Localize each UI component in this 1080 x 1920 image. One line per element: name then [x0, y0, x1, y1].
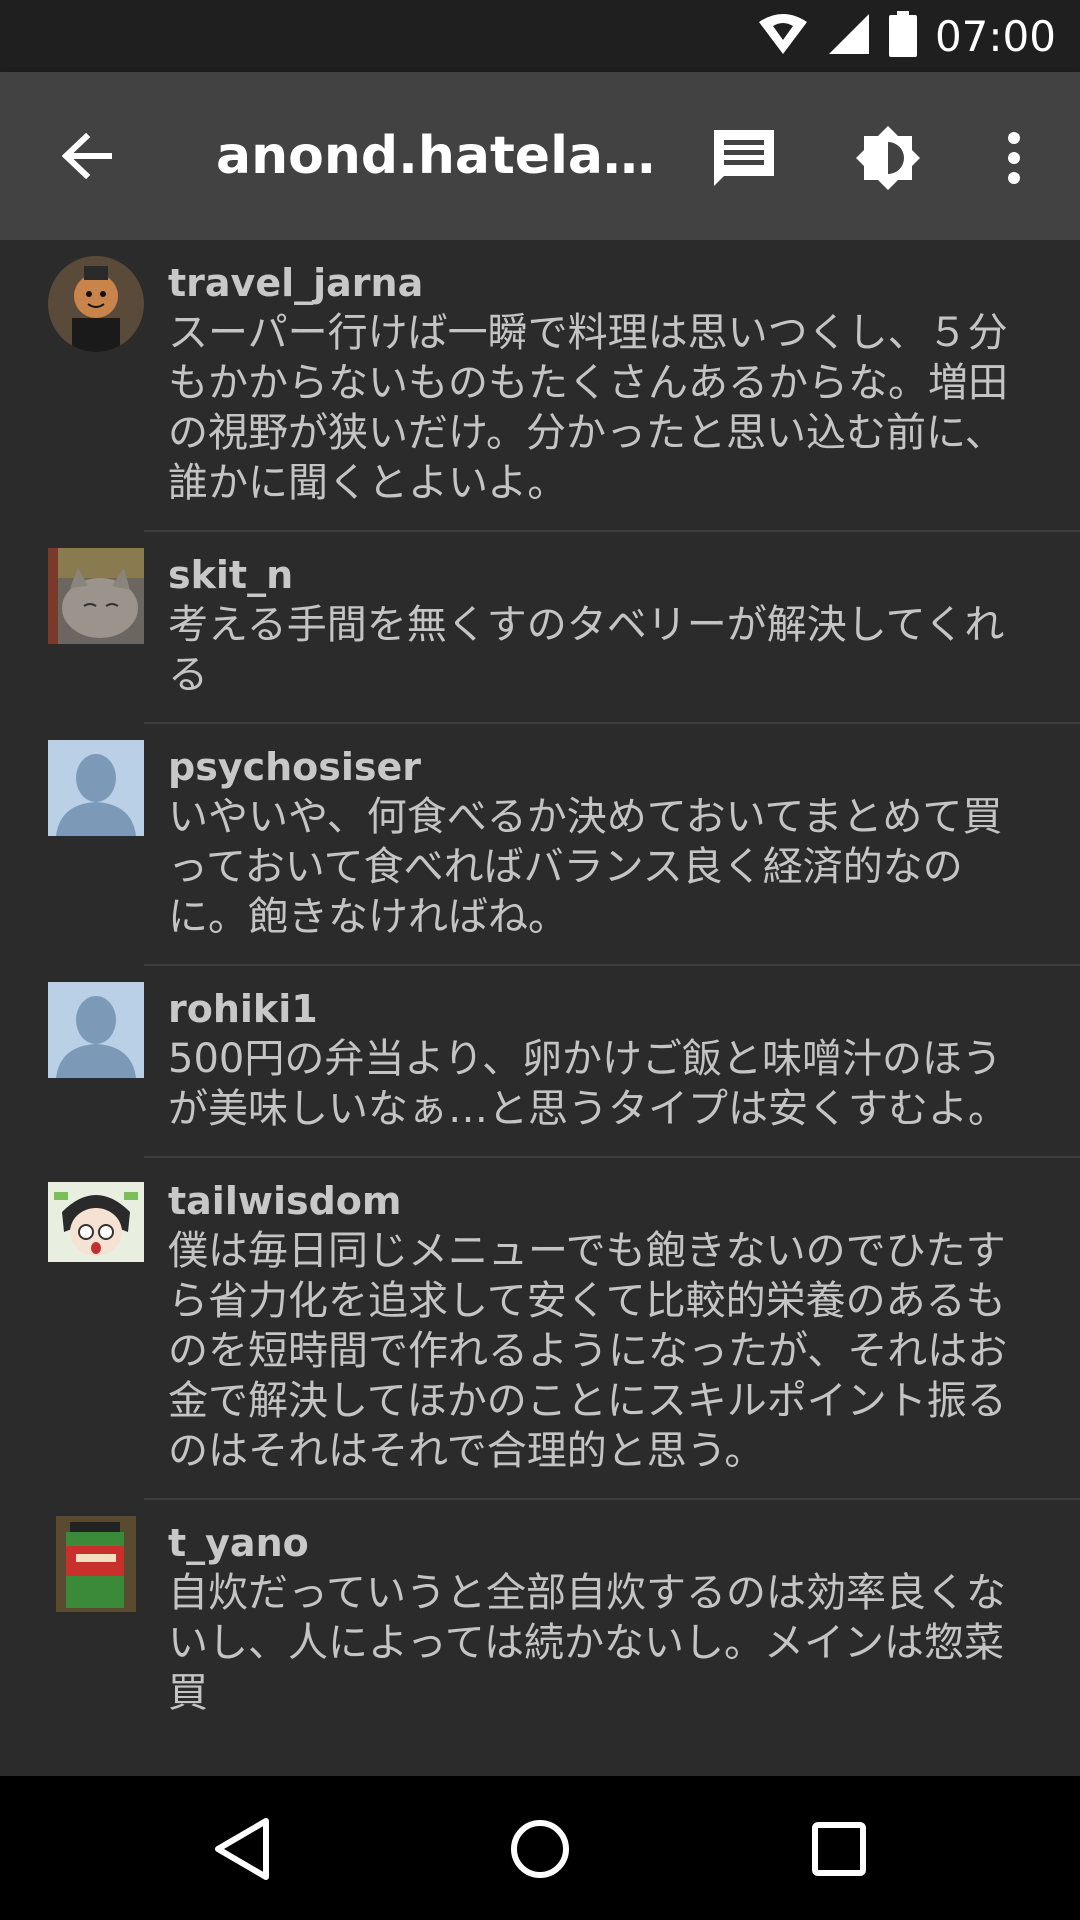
comment-text: 僕は毎日同じメニューでも飽きないのでひたすら省力化を追求して安くて比較的栄養のあ…: [168, 1228, 1008, 1474]
comment-icon: [712, 126, 776, 194]
cat-avatar-icon: [48, 548, 144, 644]
avatar[interactable]: [48, 256, 144, 352]
list-item[interactable]: travel_jarna スーパー行けば一瞬で料理は思いつくし、５分もかからない…: [0, 240, 1080, 530]
character-avatar-icon: [48, 256, 144, 352]
comment-list[interactable]: travel_jarna スーパー行けば一瞬で料理は思いつくし、５分もかからない…: [0, 240, 1080, 1776]
avatar[interactable]: [56, 1516, 136, 1612]
comment-username[interactable]: travel_jarna: [168, 258, 1020, 308]
avatar[interactable]: [48, 548, 144, 644]
comment-text: 自炊だっていうと全部自炊するのは効率良くないし、人によっては続かないし。メインは…: [168, 1570, 1006, 1716]
nav-home-button[interactable]: [495, 1806, 585, 1896]
page-title: anond.hatelab…: [216, 126, 656, 186]
comment-text: いやいや、何食べるか決めておいてまとめて買っておいて食べればバランス良く経済的な…: [168, 794, 1003, 940]
navigation-bar: [0, 1776, 1080, 1920]
anime-avatar-icon: [48, 1182, 144, 1262]
back-nav-icon: [212, 1817, 272, 1885]
theme-button[interactable]: [848, 120, 928, 200]
app-bar: anond.hatelab…: [0, 72, 1080, 240]
home-nav-icon: [508, 1817, 572, 1885]
signal-icon: [827, 12, 871, 60]
overflow-menu-button[interactable]: [974, 120, 1054, 200]
battery-icon: [888, 11, 917, 61]
brightness-icon: [854, 124, 922, 196]
back-arrow-icon: [61, 132, 114, 183]
comment-username[interactable]: psychosiser: [168, 742, 1020, 792]
wifi-icon: [757, 12, 809, 60]
list-item[interactable]: skit_n 考える手間を無くすのタベリーが解決してくれる: [0, 532, 1080, 722]
film-canister-avatar-icon: [56, 1516, 136, 1612]
list-item[interactable]: rohiki1 500円の弁当より、卵かけご飯と味噌汁のほうが美味しいなぁ…と思…: [0, 966, 1080, 1156]
avatar[interactable]: [48, 740, 144, 836]
list-item[interactable]: tailwisdom 僕は毎日同じメニューでも飽きないのでひたすら省力化を追求し…: [0, 1158, 1080, 1498]
back-button[interactable]: [52, 122, 124, 194]
comment-username[interactable]: skit_n: [168, 550, 1020, 600]
avatar[interactable]: [48, 1182, 144, 1262]
default-avatar-icon: [48, 740, 144, 836]
status-bar: 07:00: [0, 0, 1080, 72]
more-vert-icon: [1006, 132, 1022, 188]
nav-recents-button[interactable]: [794, 1806, 884, 1896]
list-item[interactable]: t_yano 自炊だっていうと全部自炊するのは効率良くないし、人によっては続かな…: [0, 1500, 1080, 1740]
comments-button[interactable]: [704, 120, 784, 200]
comment-username[interactable]: tailwisdom: [168, 1176, 1020, 1226]
comment-username[interactable]: rohiki1: [168, 984, 1020, 1034]
status-icons: 07:00: [757, 0, 1056, 72]
default-avatar-icon: [48, 982, 144, 1078]
comment-text: スーパー行けば一瞬で料理は思いつくし、５分もかからないものもたくさんあるからな。…: [168, 310, 1008, 506]
recents-nav-icon: [811, 1821, 867, 1881]
comment-username[interactable]: t_yano: [168, 1518, 1020, 1568]
nav-back-button[interactable]: [197, 1806, 287, 1896]
status-time: 07:00: [934, 11, 1056, 61]
comment-text: 考える手間を無くすのタベリーが解決してくれる: [168, 602, 1005, 698]
list-item[interactable]: psychosiser いやいや、何食べるか決めておいてまとめて買っておいて食べ…: [0, 724, 1080, 964]
avatar[interactable]: [48, 982, 144, 1078]
comment-text: 500円の弁当より、卵かけご飯と味噌汁のほうが美味しいなぁ…と思うタイプは安くす…: [168, 1036, 1008, 1132]
